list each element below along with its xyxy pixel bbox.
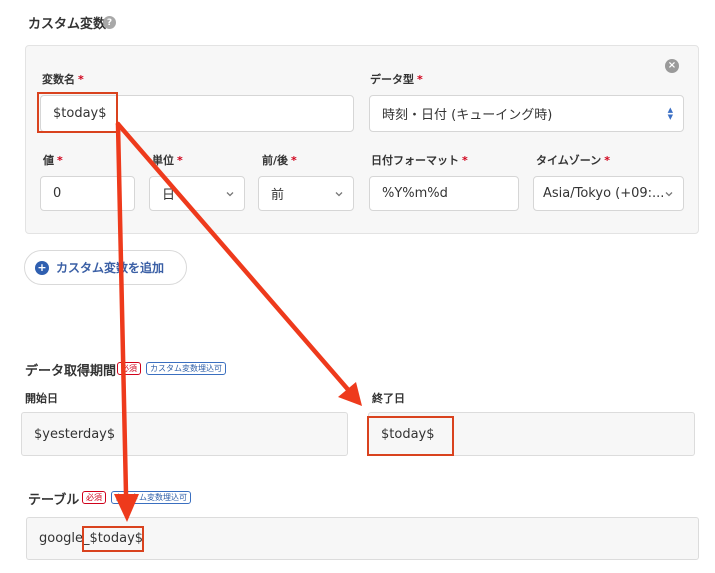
arrow-down-glyph: ▼ <box>667 112 673 121</box>
required-mark: * <box>417 73 423 86</box>
custom-var-allowed-badge: カスタム変数埋込可 <box>146 362 226 375</box>
date-format-value: %Y%m%d <box>382 186 448 201</box>
chevron-down-icon <box>665 191 673 196</box>
unit-select[interactable]: 日 <box>149 176 245 211</box>
table-title: テーブル <box>28 493 80 508</box>
data-type-select[interactable]: 時刻・日付 (キューイング時) ▲ ▼ <box>369 95 684 132</box>
unit-label-text: 単位 <box>152 154 174 167</box>
amount-label-text: 値 <box>43 154 54 167</box>
add-custom-var-label: カスタム変数を追加 <box>56 261 165 275</box>
timezone-select[interactable]: Asia/Tokyo (+09:... <box>533 176 684 211</box>
period-title: データ取得期間 <box>25 364 117 379</box>
required-mark: * <box>604 154 610 167</box>
required-mark: * <box>78 73 84 86</box>
required-mark: * <box>291 154 297 167</box>
start-date-value: $yesterday$ <box>34 426 116 442</box>
add-custom-var-button[interactable]: + カスタム変数を追加 <box>24 250 187 285</box>
help-icon[interactable]: ? <box>103 16 116 29</box>
close-icon[interactable]: × <box>665 59 679 73</box>
timezone-value: Asia/Tokyo (+09:... <box>543 186 665 201</box>
custom-var-allowed-badge: カスタム変数埋込可 <box>111 491 191 504</box>
required-mark: * <box>177 154 183 167</box>
up-down-arrows-icon: ▲ ▼ <box>667 106 673 121</box>
highlight-box-var-name <box>37 92 118 133</box>
highlight-box-end-date <box>367 416 454 456</box>
date-format-input[interactable]: %Y%m%d <box>369 176 519 211</box>
date-format-label: 日付フォーマット * <box>371 152 468 168</box>
date-format-label-text: 日付フォーマット <box>371 154 459 167</box>
amount-input[interactable]: 0 <box>40 176 135 211</box>
data-type-value: 時刻・日付 (キューイング時) <box>382 108 553 123</box>
unit-label: 単位 * <box>152 152 183 168</box>
before-after-label-text: 前/後 <box>262 154 289 167</box>
data-type-label-text: データ型 <box>370 73 414 86</box>
before-after-label: 前/後 * <box>262 152 297 168</box>
chevron-down-icon <box>226 191 234 196</box>
plus-circle-icon: + <box>35 260 49 275</box>
var-name-label: 変数名 * <box>42 71 84 87</box>
unit-value: 日 <box>162 188 176 203</box>
custom-vars-title: カスタム変数 <box>28 17 107 32</box>
start-date-input[interactable]: $yesterday$ <box>21 412 348 456</box>
amount-value: 0 <box>53 186 62 201</box>
required-mark: * <box>57 154 63 167</box>
required-badge: 必須 <box>82 491 106 504</box>
required-badge: 必須 <box>117 362 141 375</box>
before-after-select[interactable]: 前 <box>258 176 354 211</box>
timezone-label-text: タイムゾーン <box>536 154 602 167</box>
highlight-box-table-var <box>82 526 144 552</box>
data-type-label: データ型 * <box>370 71 423 87</box>
var-name-label-text: 変数名 <box>42 73 75 86</box>
before-after-value: 前 <box>271 188 285 203</box>
start-date-label: 開始日 <box>25 392 58 405</box>
chevron-down-icon <box>335 191 343 196</box>
amount-label: 値 * <box>43 152 63 168</box>
end-date-label: 終了日 <box>372 392 405 405</box>
required-mark: * <box>462 154 468 167</box>
timezone-label: タイムゾーン * <box>536 152 610 168</box>
